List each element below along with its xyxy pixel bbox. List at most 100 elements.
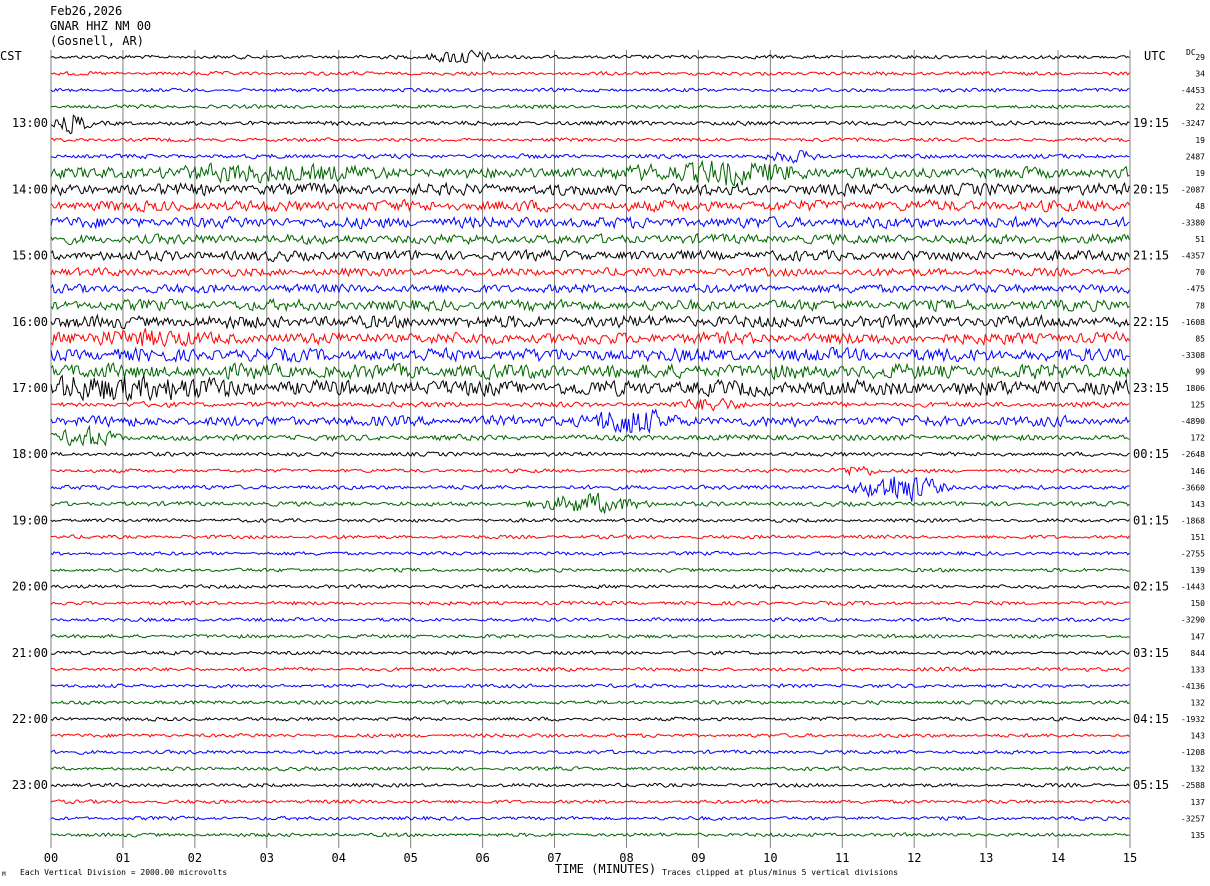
x-tick-label: 00 (44, 851, 58, 865)
left-hour-label: 17:00 (12, 381, 48, 395)
trace-line (50, 198, 1130, 213)
trace-line (50, 476, 1130, 502)
dc-offset-label: 78 (1195, 301, 1205, 310)
dc-offset-label: -2648 (1181, 450, 1205, 459)
trace-line (50, 600, 1130, 606)
right-hour-label: 04:15 (1133, 712, 1169, 726)
trace-line (50, 49, 1130, 64)
trace-line (50, 583, 1130, 590)
left-hour-label: 20:00 (12, 580, 48, 594)
trace-line (50, 650, 1130, 656)
dc-offset-label: 34 (1195, 70, 1205, 79)
trace-line (50, 361, 1130, 381)
trace-line (50, 749, 1130, 755)
trace-line (50, 346, 1130, 364)
dc-offset-label: -475 (1186, 285, 1205, 294)
x-tick-label: 12 (907, 851, 921, 865)
dc-offset-label: -4136 (1181, 682, 1205, 691)
trace-line (50, 313, 1130, 330)
trace-line (50, 114, 1130, 135)
x-tick-label: 01 (116, 851, 130, 865)
dc-offset-label: 132 (1191, 765, 1206, 774)
dc-offset-label: -1932 (1181, 715, 1205, 724)
trace-line (50, 451, 1130, 458)
dc-offset-label: -3660 (1181, 483, 1205, 492)
trace-line (50, 666, 1130, 672)
left-hour-label: 19:00 (12, 513, 48, 527)
dc-offset-label: 22 (1195, 103, 1205, 112)
dc-offset-label: 132 (1191, 698, 1206, 707)
right-hour-label: 19:15 (1133, 116, 1169, 130)
trace-line (50, 159, 1130, 187)
dc-offset-label: -2588 (1181, 781, 1205, 790)
x-tick-label: 11 (835, 851, 849, 865)
x-tick-label: 10 (763, 851, 777, 865)
dc-offset-label: 143 (1191, 732, 1206, 741)
trace-line (50, 616, 1130, 623)
dc-offset-header: DC (1186, 48, 1196, 57)
trace-line (50, 716, 1130, 722)
trace-line (50, 766, 1130, 772)
trace-line (50, 374, 1130, 403)
x-tick-label: 05 (403, 851, 417, 865)
x-tick-label: 14 (1051, 851, 1065, 865)
dc-offset-label: -2087 (1181, 185, 1205, 194)
right-timezone-label: UTC (1144, 49, 1166, 63)
x-tick-label: 15 (1123, 851, 1137, 865)
dc-offset-label: -3380 (1181, 219, 1205, 228)
trace-line (50, 282, 1130, 295)
dc-offset-label: 150 (1191, 599, 1206, 608)
trace-line (50, 408, 1130, 434)
trace-line (50, 683, 1130, 689)
dc-offset-label: -4453 (1181, 86, 1205, 95)
right-hour-label: 02:15 (1133, 580, 1169, 594)
dc-offset-label: -2755 (1181, 550, 1205, 559)
dc-offset-label: 143 (1191, 500, 1206, 509)
seismic-traces (50, 49, 1130, 838)
dc-offset-label: 2487 (1186, 152, 1205, 161)
left-hour-label: 14:00 (12, 182, 48, 196)
right-hour-label: 03:15 (1133, 646, 1169, 660)
dc-offset-label: 137 (1191, 798, 1206, 807)
x-tick-label: 04 (332, 851, 346, 865)
dc-offset-label: 19 (1195, 169, 1205, 178)
x-tick-label: 03 (260, 851, 274, 865)
dc-offset-label: 146 (1191, 467, 1206, 476)
right-hour-label: 22:15 (1133, 315, 1169, 329)
trace-line (50, 328, 1130, 348)
trace-line (50, 492, 1130, 514)
dc-offset-label: 48 (1195, 202, 1205, 211)
right-hour-label: 23:15 (1133, 381, 1169, 395)
left-timezone-label: CST (0, 49, 22, 63)
dc-offset-label: -3257 (1181, 814, 1205, 823)
right-hour-label: 01:15 (1133, 513, 1169, 527)
left-hour-label: 22:00 (12, 712, 48, 726)
trace-line (50, 782, 1130, 788)
trace-line (50, 215, 1130, 230)
dc-offset-label: 135 (1191, 831, 1206, 840)
dc-offset-label: -3308 (1181, 351, 1205, 360)
trace-line (50, 87, 1130, 93)
clip-note: Traces clipped at plus/minus 5 vertical … (662, 868, 899, 877)
x-axis-title: TIME (MINUTES) (555, 862, 657, 876)
dc-offset-label: 844 (1191, 649, 1206, 658)
trace-line (50, 465, 1130, 477)
trace-line (50, 732, 1130, 739)
trace-line (50, 815, 1130, 822)
left-hour-label: 16:00 (12, 315, 48, 329)
trace-line (50, 699, 1130, 706)
trace-line (50, 297, 1130, 313)
x-tick-label: 02 (188, 851, 202, 865)
dc-offset-label: -3247 (1181, 119, 1205, 128)
right-hour-label: 05:15 (1133, 778, 1169, 792)
trace-line (50, 832, 1130, 838)
dc-offset-label: -4357 (1181, 252, 1205, 261)
dc-offset-label: -1608 (1181, 318, 1205, 327)
dc-offset-label: -3290 (1181, 616, 1205, 625)
dc-offset-label: 133 (1191, 665, 1206, 674)
trace-line (50, 70, 1130, 77)
helicorder-plot: 00 01 02 03 04 05 06 07 08 09 10 11 12 13 14 152934-445… (12, 49, 1206, 865)
corner-mark: M (2, 871, 6, 878)
right-hour-label: 00:15 (1133, 447, 1169, 461)
dc-offset-label: 70 (1195, 268, 1205, 277)
